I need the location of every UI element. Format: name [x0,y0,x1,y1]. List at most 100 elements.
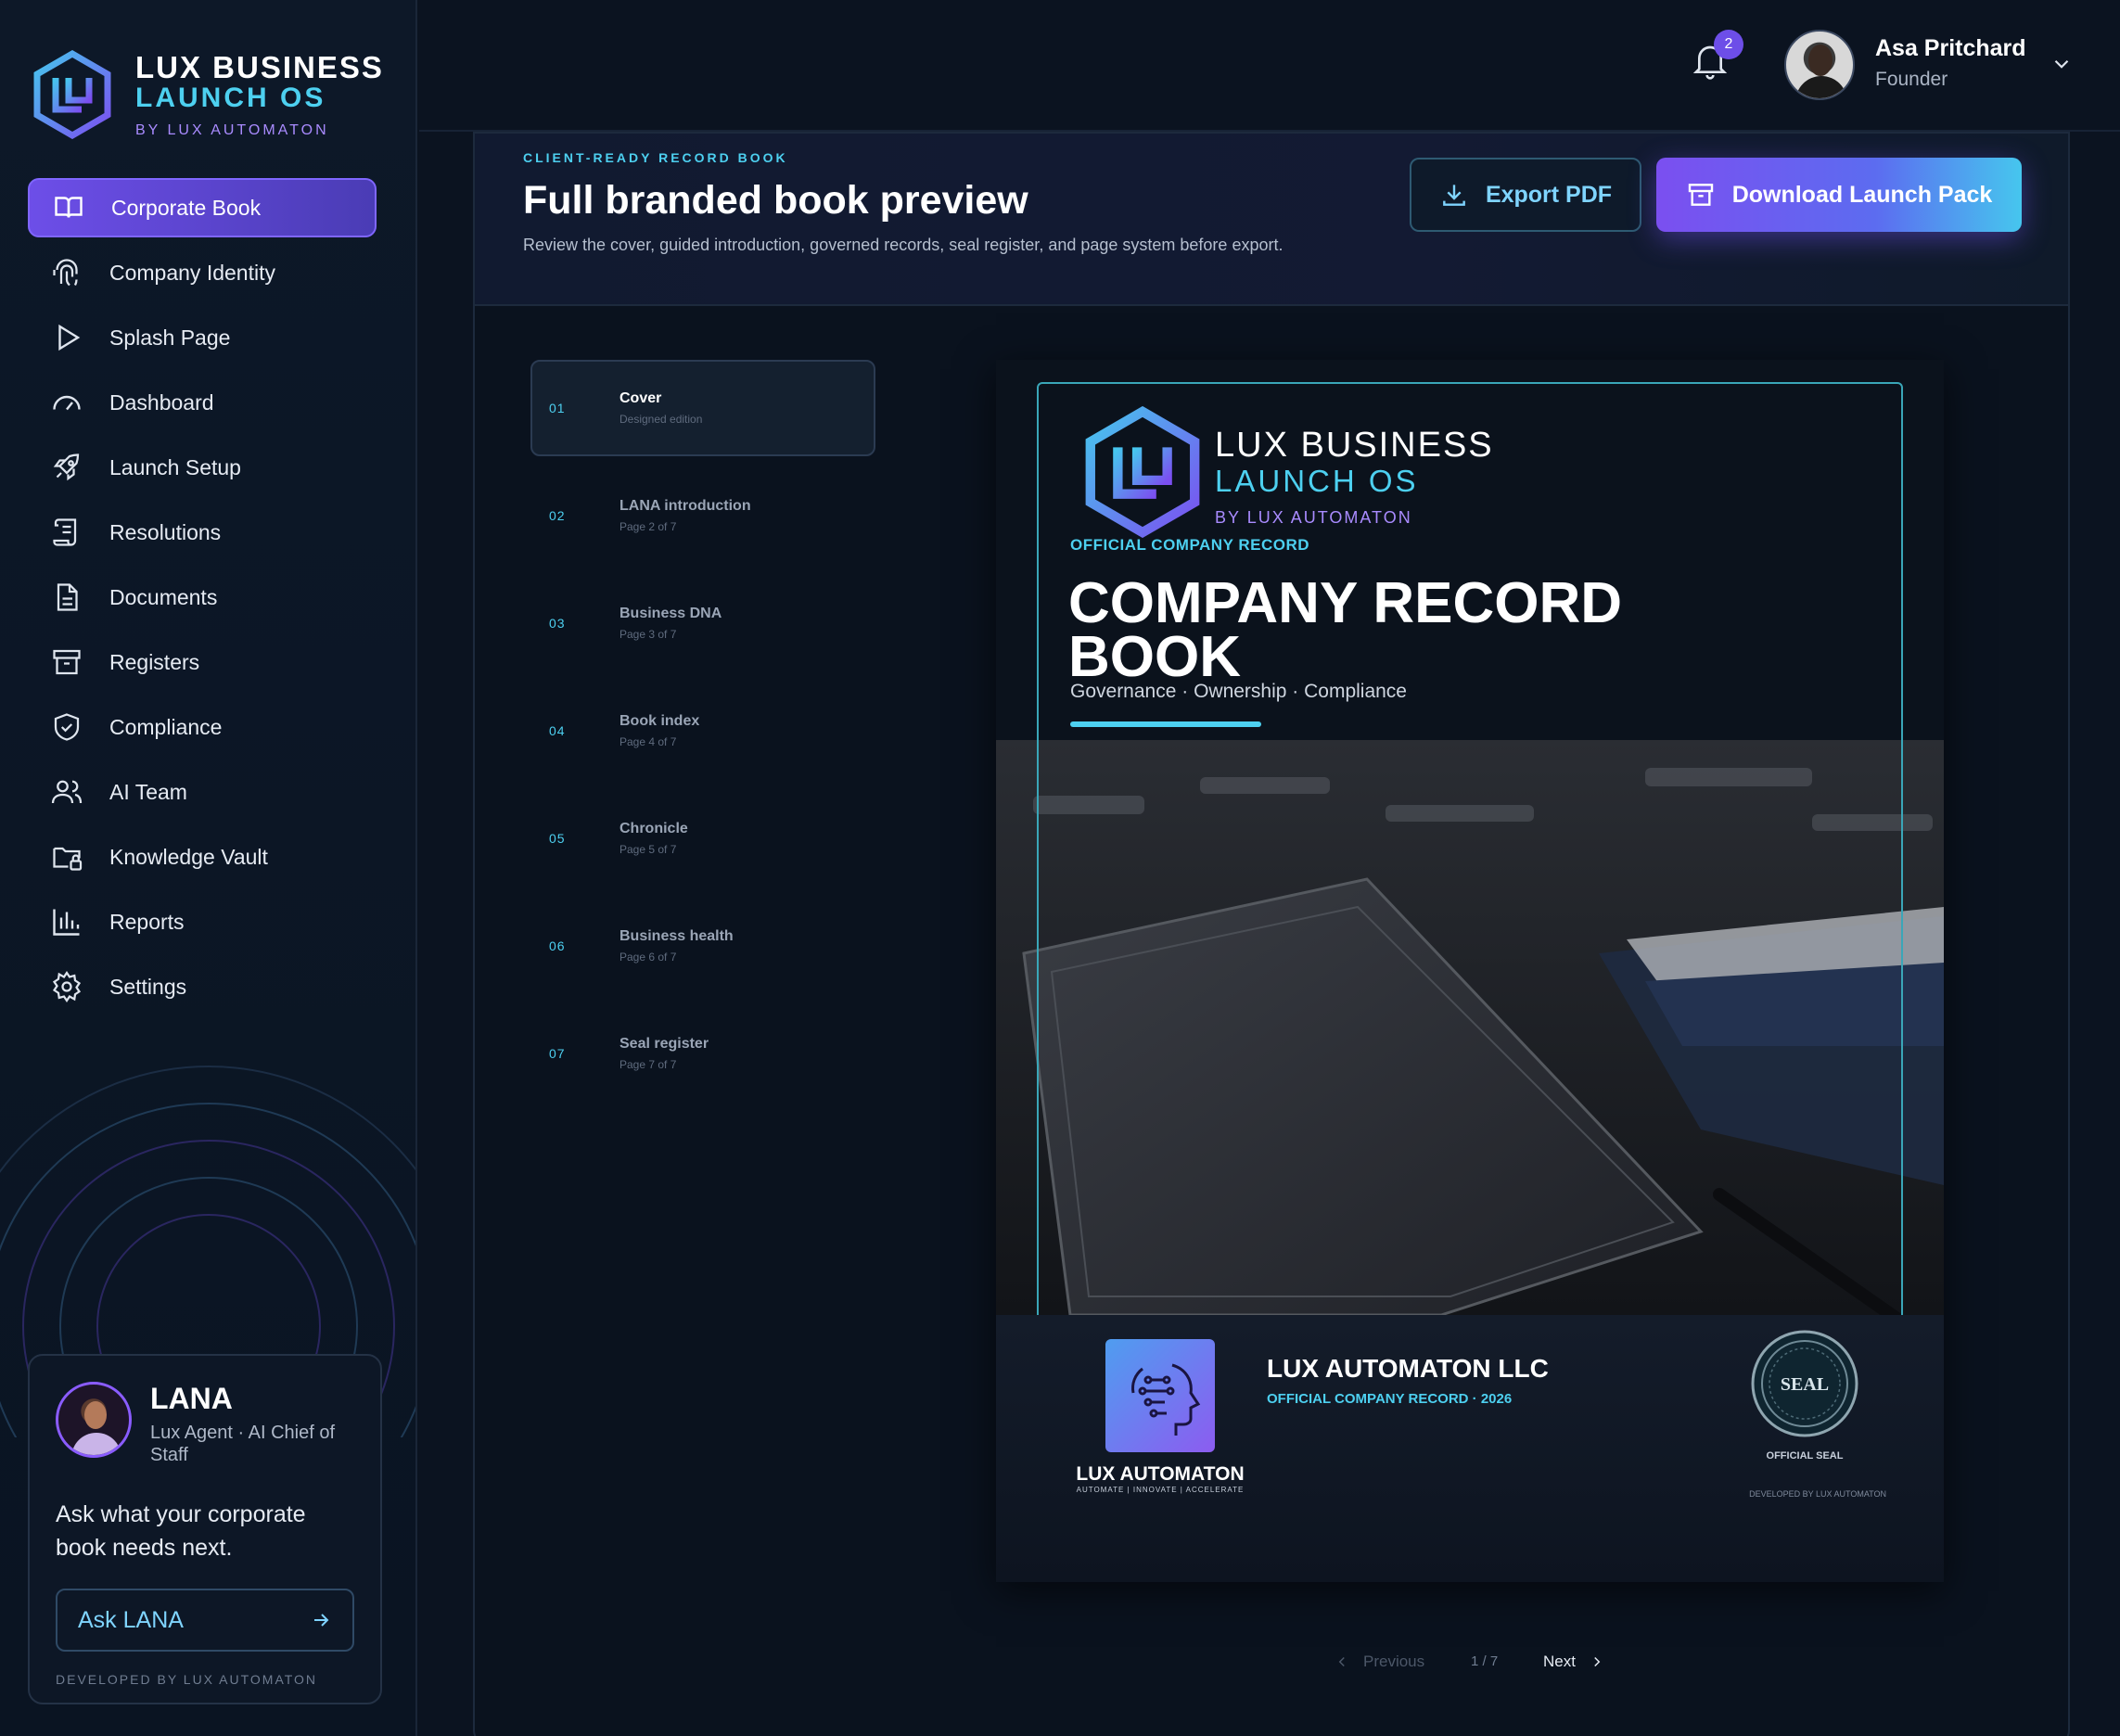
toc-title: Seal register [619,1036,709,1052]
hexagon-logo-icon [33,50,111,139]
book-brand-line-2: LAUNCH OS [1215,464,1419,498]
seal-label: OFFICIAL SEAL [1766,1450,1844,1462]
toc-title: Business DNA [619,606,722,621]
toc-subtitle: Page 4 of 7 [619,735,677,748]
user-name[interactable]: Asa Pritchard [1875,35,2026,62]
sidebar-item-dashboard[interactable]: Dashboard [28,373,377,432]
sidebar-item-ai-team[interactable]: AI Team [28,762,377,822]
toc-item-cover[interactable]: 01 Cover Designed edition [530,360,875,456]
chevron-down-icon[interactable] [2050,52,2074,76]
toc-number: 03 [549,616,566,631]
book-brand-line-1: LUX BUSINESS [1215,426,1494,465]
scroll-icon [53,518,77,546]
lana-name: LANA [150,1382,233,1415]
book-brand: LUX BUSINESS LAUNCH OS BY LUX AUTOMATON [1215,427,1494,528]
fingerprint-icon [53,259,78,287]
folder-lock-icon [53,847,83,871]
lana-developed-by: DEVELOPED BY LUX AUTOMATON [56,1672,318,1687]
rocket-icon [53,453,80,481]
toc-item-book-index[interactable]: 04 Book index Page 4 of 7 [530,683,875,779]
book-developed-by: DEVELOPED BY LUX AUTOMATON [1749,1489,1886,1499]
book-eyebrow: OFFICIAL COMPANY RECORD [1070,536,1310,554]
sidebar-item-label: Resolutions [109,519,222,544]
toc-title: Cover [619,390,662,406]
pager: Previous 1 / 7 Next [475,1645,2068,1682]
sidebar-item-launch-setup[interactable]: Launch Setup [28,438,377,497]
book-icon [55,197,83,218]
lux-automaton-logo [1105,1339,1215,1452]
sidebar-item-resolutions[interactable]: Resolutions [28,503,377,562]
sidebar-item-label: Documents [109,584,218,609]
download-launch-pack-button[interactable]: Download Launch Pack [1656,158,2022,232]
arrow-right-icon [314,1614,329,1627]
play-icon [58,324,81,351]
book-accent-rule [1070,721,1261,727]
toc-item-business-dna[interactable]: 03 Business DNA Page 3 of 7 [530,575,875,671]
toc-title: Business health [619,928,734,944]
toc-subtitle: Page 3 of 7 [619,628,677,641]
sidebar-item-settings[interactable]: Settings [28,957,377,1016]
lux-automaton-tagline: AUTOMATE | INNOVATE | ACCELERATE [1076,1486,1245,1494]
company-name: LUX AUTOMATON LLC [1267,1354,1549,1383]
sidebar-item-label: AI Team [109,779,187,804]
next-label: Next [1543,1653,1576,1670]
sidebar-item-reports[interactable]: Reports [28,892,377,951]
toc-number: 02 [549,508,566,523]
brand-line-1: LUX BUSINESS [135,50,384,84]
sidebar-item-corporate-book[interactable]: Corporate Book [28,178,377,237]
sidebar-item-label: Splash Page [109,325,231,350]
shield-check-icon [54,713,80,741]
book-title: COMPANY RECORD BOOK [1068,571,1623,689]
document-icon [57,583,78,611]
toc-number: 05 [549,831,566,846]
page-subtitle: Review the cover, guided introduction, g… [523,236,1283,254]
page-title: Full branded book preview [523,178,1028,223]
export-pdf-button[interactable]: Export PDF [1410,158,1641,232]
brand-line-3: BY LUX AUTOMATON [135,122,329,138]
toc-item-lana-introduction[interactable]: 02 LANA introduction Page 2 of 7 [530,467,875,564]
seal-text: SEAL [1781,1374,1829,1395]
sidebar-item-documents[interactable]: Documents [28,568,377,627]
hexagon-logo-icon [1085,406,1200,538]
brand-line-2: LAUNCH OS [135,83,326,113]
sidebar-item-label: Dashboard [109,389,214,415]
sidebar-item-company-identity[interactable]: Company Identity [28,243,377,302]
lana-card: LANA Lux Agent · AI Chief of Staff Ask w… [28,1354,382,1704]
sidebar-item-registers[interactable]: Registers [28,632,377,692]
toc-subtitle: Page 2 of 7 [619,520,677,533]
lana-avatar [56,1382,132,1458]
lana-prompt: Ask what your corporate book needs next. [56,1501,306,1561]
sidebar-item-label: Settings [109,974,187,999]
toc-item-seal-register[interactable]: 07 Seal register Page 7 of 7 [530,1005,875,1102]
toc-item-chronicle[interactable]: 05 Chronicle Page 5 of 7 [530,790,875,887]
sidebar-item-label: Knowledge Vault [109,844,268,869]
user-role: Founder [1875,69,1948,90]
book-brand-line-3: BY LUX AUTOMATON [1215,508,1412,527]
official-seal-icon: SEAL [1751,1330,1858,1437]
sidebar-item-label: Corporate Book [111,195,262,220]
lana-role: Lux Agent · AI Chief of Staff [150,1423,336,1465]
gauge-icon [53,395,81,411]
ask-lana-button[interactable]: Ask LANA [56,1589,354,1652]
download-icon [1443,185,1465,206]
toc-item-business-health[interactable]: 06 Business health Page 6 of 7 [530,898,875,994]
ask-lana-label: Ask LANA [78,1606,184,1633]
previous-button[interactable]: Previous [1334,1653,1424,1671]
export-pdf-label: Export PDF [1485,181,1613,208]
sidebar-item-label: Launch Setup [109,454,241,479]
avatar[interactable] [1784,30,1855,100]
toc-number: 04 [549,723,566,738]
toc-number: 07 [549,1046,566,1061]
sidebar-item-splash-page[interactable]: Splash Page [28,308,377,367]
bar-chart-icon [53,909,80,936]
sidebar-item-knowledge-vault[interactable]: Knowledge Vault [28,827,377,887]
panel-header: CLIENT-READY RECORD BOOK Full branded bo… [475,134,2068,306]
brand-logo[interactable]: LUX BUSINESS LAUNCH OS BY LUX AUTOMATON [33,50,384,139]
next-button[interactable]: Next [1543,1653,1605,1671]
chevron-right-icon [1594,1656,1601,1667]
download-launch-pack-label: Download Launch Pack [1731,181,1993,208]
panel-eyebrow: CLIENT-READY RECORD BOOK [523,150,788,165]
sidebar-item-compliance[interactable]: Compliance [28,697,377,757]
ai-head-icon [1131,1363,1201,1436]
book-cover-preview: LUX BUSINESS LAUNCH OS BY LUX AUTOMATON … [996,360,1944,1582]
